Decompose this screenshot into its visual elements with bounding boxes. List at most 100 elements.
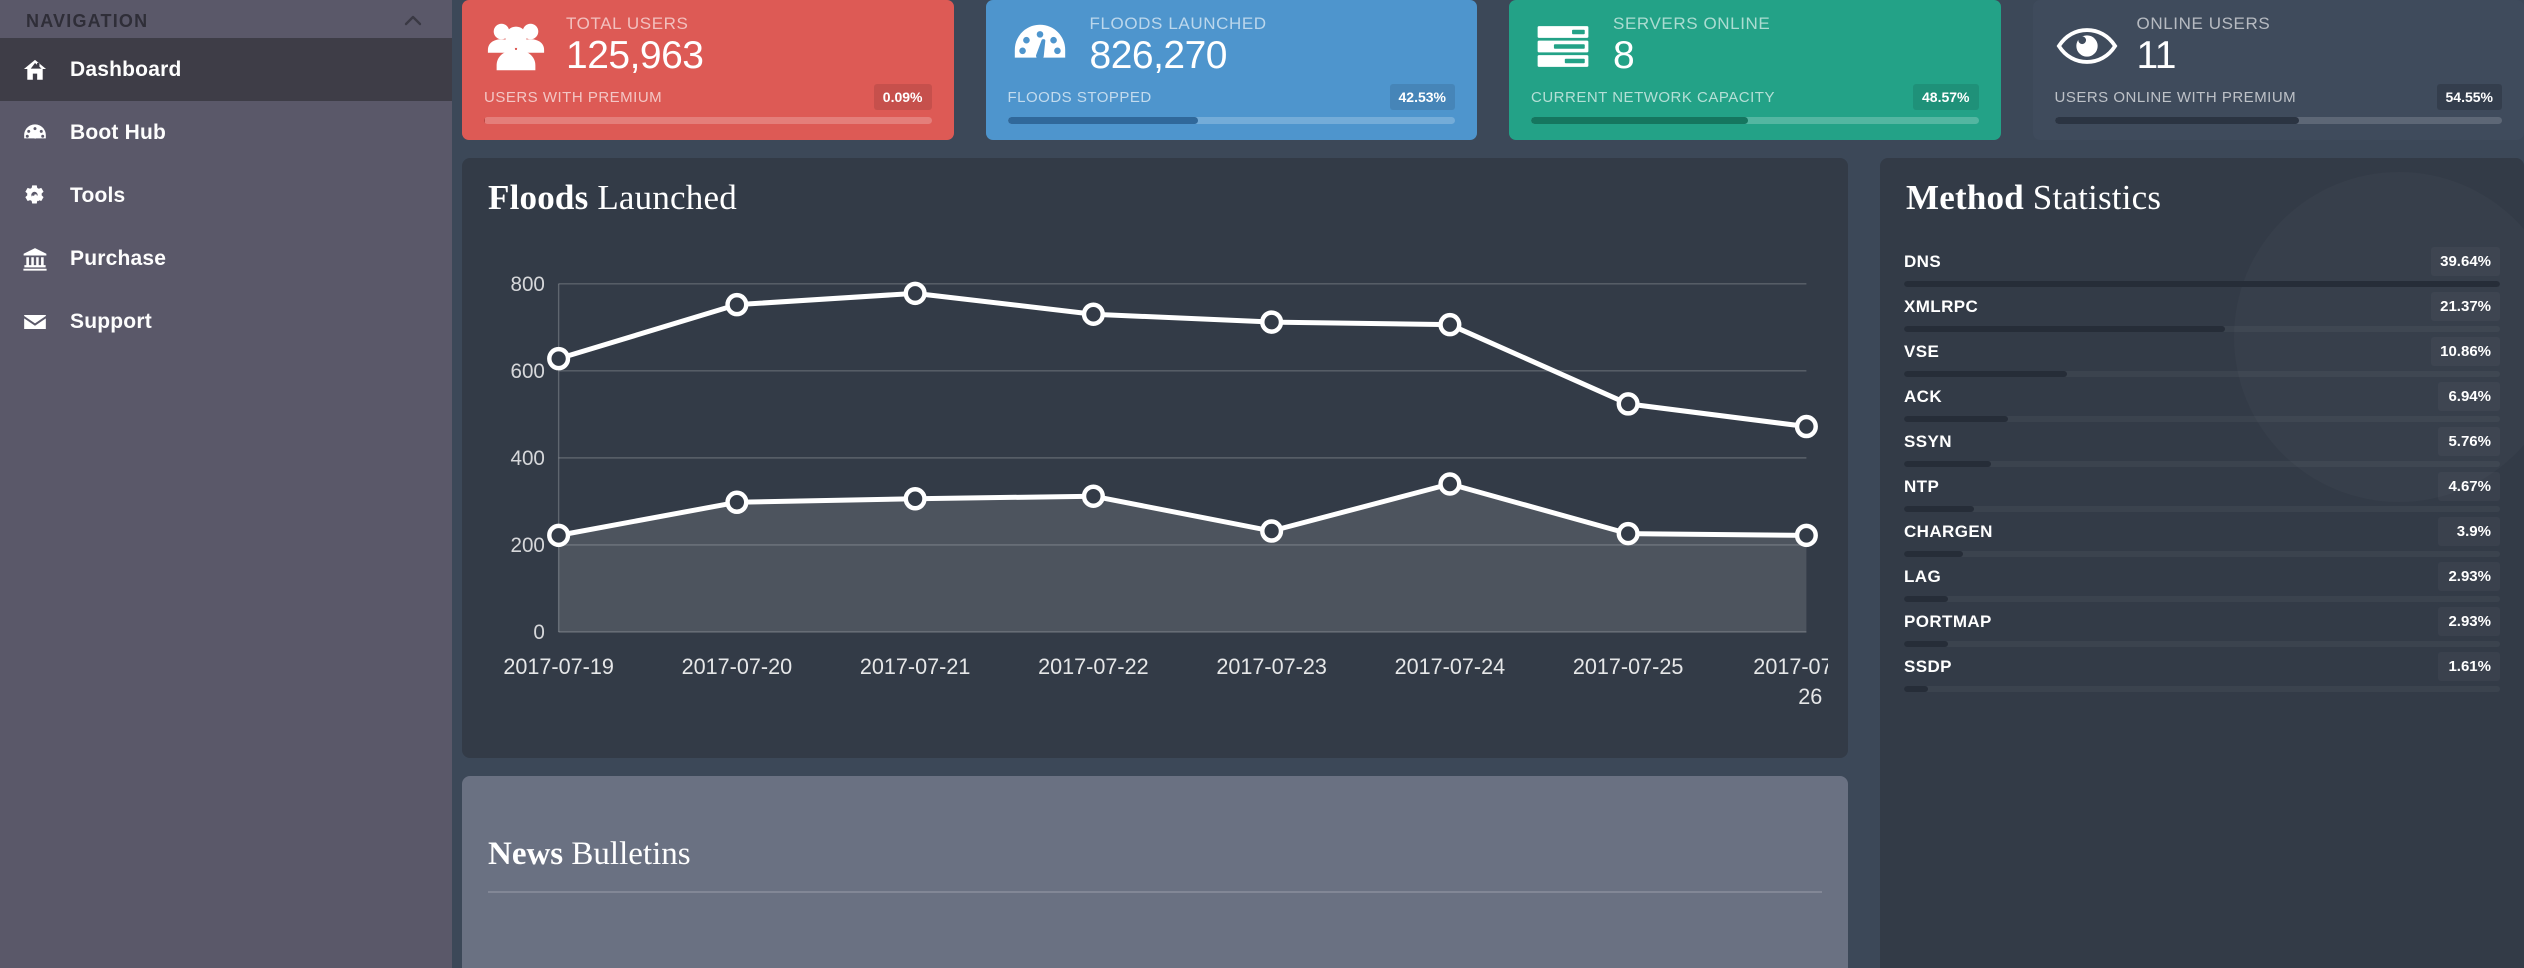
- stat-card-bottom: FLOODS STOPPED 42.53%: [1007, 84, 1455, 124]
- method-row-head: DNS 39.64%: [1904, 242, 2500, 281]
- sidebar-nav: Dashboard Boot Hub Tools Purchase Suppor…: [0, 38, 452, 353]
- method-name: XMLRPC: [1904, 296, 1979, 316]
- method-percent-badge: 3.9%: [2438, 517, 2500, 546]
- method-row: PORTMAP 2.93%: [1904, 602, 2500, 647]
- method-row: NTP 4.67%: [1904, 467, 2500, 512]
- stat-card-texts: FLOODS LAUNCHED 826,270: [1089, 13, 1267, 77]
- stat-card-value: 826,270: [1089, 33, 1228, 77]
- stat-card-title: SERVERS ONLINE: [1613, 13, 1771, 33]
- chart-data-point[interactable]: [1794, 523, 1818, 548]
- method-panel-title: Method Statistics: [1880, 158, 2524, 218]
- chart-data-point[interactable]: [1616, 392, 1640, 416]
- chart-x-tick-label: 2017-07-25: [1573, 654, 1684, 679]
- method-row: DNS 39.64%: [1904, 242, 2500, 287]
- chart-data-point[interactable]: [903, 487, 927, 511]
- chevron-up-icon[interactable]: [400, 8, 426, 34]
- lower-grid: Floods Launched 0 200 400 600 800 2017-07-19 2…: [462, 158, 2524, 968]
- method-name: VSE: [1904, 341, 1940, 361]
- method-name: LAG: [1904, 566, 1942, 586]
- left-column: Floods Launched 0 200 400 600 800 2017-07-19 2…: [462, 158, 1848, 968]
- chart-data-point[interactable]: [1794, 414, 1818, 439]
- dashboard-icon: [22, 120, 66, 146]
- chart-data-point[interactable]: [547, 523, 571, 548]
- method-row: XMLRPC 21.37%: [1904, 287, 2500, 332]
- floods-line-chart[interactable]: 0 200 400 600 800 2017-07-19 2017-07-20 2017-07…: [482, 244, 1828, 724]
- chart-data-point[interactable]: [725, 490, 749, 515]
- sidebar-item-dashboard[interactable]: Dashboard: [0, 38, 452, 101]
- stat-card-total-users[interactable]: TOTAL USERS 125,963 USERS WITH PREMIUM 0…: [462, 0, 954, 140]
- stat-cards-row: TOTAL USERS 125,963 USERS WITH PREMIUM 0…: [462, 0, 2524, 140]
- chart-x-tick-label: 2017-07-19: [503, 654, 614, 679]
- method-name: PORTMAP: [1904, 611, 1992, 631]
- method-row-head: SSYN 5.76%: [1904, 422, 2500, 461]
- sidebar-item-tools[interactable]: Tools: [0, 164, 452, 227]
- sidebar-item-boot-hub[interactable]: Boot Hub: [0, 101, 452, 164]
- chart-data-point[interactable]: [725, 292, 749, 317]
- sidebar-item-label: Dashboard: [70, 57, 182, 81]
- stat-card-title: FLOODS LAUNCHED: [1089, 13, 1267, 33]
- chart-y-tick-label: 800: [510, 273, 544, 296]
- stat-card-top: FLOODS LAUNCHED 826,270: [1008, 14, 1456, 78]
- chart-x-tick-label: 2017-07-20: [682, 654, 793, 679]
- stat-card-bottom: USERS ONLINE WITH PREMIUM 54.55%: [2054, 84, 2502, 124]
- stat-card-sub-label: FLOODS STOPPED: [1007, 88, 1152, 106]
- chart-data-point[interactable]: [1438, 472, 1462, 496]
- server-icon: [1531, 14, 1595, 78]
- right-column: Method Statistics DNS 39.64% XMLRPC 21.37% V…: [1880, 158, 2524, 968]
- dashboard-app: NAVIGATION Dashboard Boot Hub Tools Purc…: [0, 0, 2524, 968]
- sidebar-item-support[interactable]: Support: [0, 290, 452, 353]
- method-percent-badge: 4.67%: [2438, 472, 2500, 501]
- sidebar-section-label: NAVIGATION: [26, 10, 149, 31]
- chart-data-point[interactable]: [1260, 519, 1284, 543]
- chart-x-tick-label: 2017-07-26: [1753, 654, 1828, 709]
- panel-title: Floods Launched: [462, 158, 1848, 218]
- stat-card-top: SERVERS ONLINE 8: [1531, 14, 1979, 78]
- method-statistics-panel: Method Statistics DNS 39.64% XMLRPC 21.37% V…: [1880, 158, 2524, 968]
- stat-card-sub-label: USERS ONLINE WITH PREMIUM: [2054, 88, 2297, 106]
- sidebar: NAVIGATION Dashboard Boot Hub Tools Purc…: [0, 0, 452, 968]
- method-name: SSYN: [1904, 431, 1952, 451]
- sidebar-item-purchase[interactable]: Purchase: [0, 227, 452, 290]
- stat-card-texts: SERVERS ONLINE 8: [1613, 13, 1771, 77]
- stat-card-value: 8: [1613, 33, 1635, 77]
- stat-card-texts: ONLINE USERS 11: [2137, 14, 2271, 77]
- stat-card-sub-row: USERS WITH PREMIUM 0.09%: [484, 84, 932, 110]
- chart-data-point[interactable]: [1616, 521, 1640, 546]
- chart-data-point[interactable]: [1260, 310, 1284, 334]
- method-title-rest: Statistics: [2023, 178, 2162, 217]
- method-percent-badge: 6.94%: [2438, 382, 2500, 411]
- stat-card-texts: TOTAL USERS 125,963: [566, 13, 704, 77]
- users-icon: [484, 14, 548, 78]
- chart-data-point[interactable]: [547, 346, 571, 371]
- gears-icon: [22, 183, 66, 209]
- method-name: SSDP: [1904, 656, 1952, 676]
- main-content: TOTAL USERS 125,963 USERS WITH PREMIUM 0…: [452, 0, 2524, 968]
- stat-card-badge: 54.55%: [2436, 84, 2502, 110]
- progress-fill: [2054, 117, 2299, 124]
- sidebar-item-label: Boot Hub: [70, 120, 167, 144]
- stat-card-title: TOTAL USERS: [566, 13, 689, 33]
- progress-bar: [1531, 117, 1979, 124]
- method-name: DNS: [1904, 251, 1942, 271]
- method-name: ACK: [1904, 386, 1943, 406]
- chart-y-tick-label: 600: [510, 360, 544, 383]
- method-row: SSYN 5.76%: [1904, 422, 2500, 467]
- bank-icon: [22, 246, 66, 272]
- method-percent-badge: 5.76%: [2438, 427, 2500, 456]
- progress-fill: [1531, 117, 1749, 124]
- stat-card-servers-online[interactable]: SERVERS ONLINE 8 CURRENT NETWORK CAPACIT…: [1509, 0, 2001, 140]
- method-row-head: NTP 4.67%: [1904, 467, 2500, 506]
- chart-data-point[interactable]: [1438, 312, 1462, 337]
- method-row-head: XMLRPC 21.37%: [1904, 287, 2500, 326]
- floods-launched-panel: Floods Launched 0 200 400 600 800 2017-07-19 2…: [462, 158, 1848, 758]
- method-row: SSDP 1.61%: [1904, 647, 2500, 692]
- chart-data-point[interactable]: [903, 281, 927, 306]
- home-icon: [22, 57, 66, 83]
- sidebar-section-header[interactable]: NAVIGATION: [0, 0, 452, 34]
- stat-card-sub-row: CURRENT NETWORK CAPACITY 48.57%: [1531, 84, 1979, 110]
- news-bulletins-panel: News Bulletins: [462, 776, 1848, 968]
- chart-data-point[interactable]: [1081, 302, 1105, 326]
- chart-data-point[interactable]: [1081, 484, 1105, 508]
- stat-card-online-users[interactable]: ONLINE USERS 11 USERS ONLINE WITH PREMIU…: [2032, 0, 2524, 140]
- stat-card-floods-launched[interactable]: FLOODS LAUNCHED 826,270 FLOODS STOPPED 4…: [985, 0, 1477, 140]
